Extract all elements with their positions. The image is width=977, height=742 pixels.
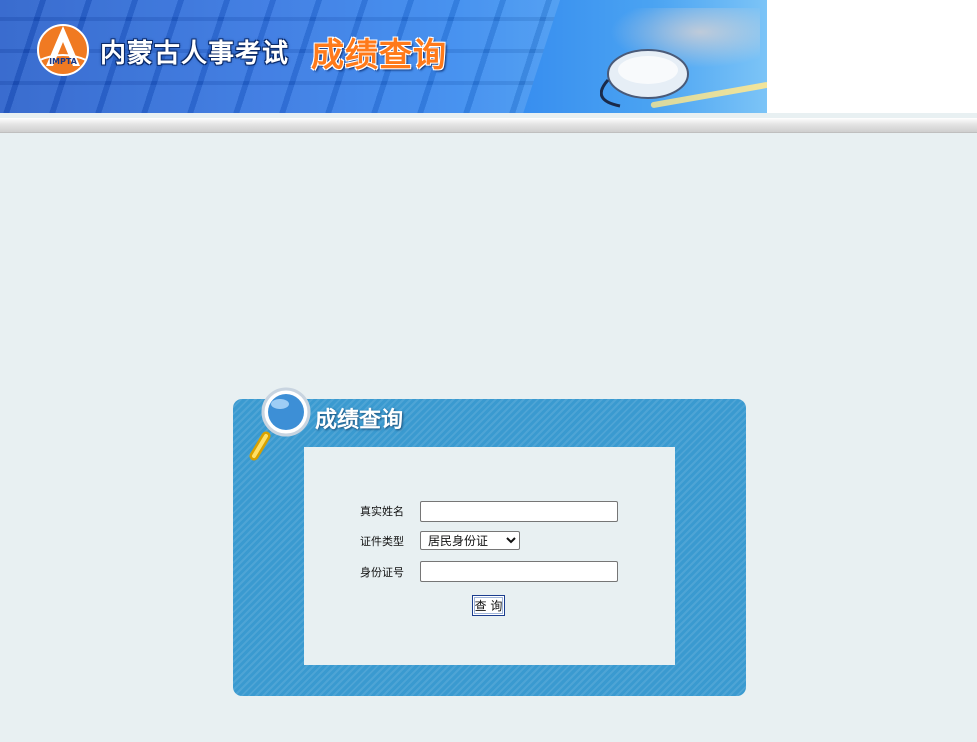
id-number-input[interactable]: [420, 561, 618, 582]
header-banner: IMPTA 内蒙古人事考试 成绩查询: [0, 0, 767, 113]
name-input[interactable]: [420, 501, 618, 522]
header-area: IMPTA 内蒙古人事考试 成绩查询: [0, 0, 977, 113]
header-divider: [0, 118, 977, 133]
impta-logo: IMPTA: [37, 24, 89, 76]
org-title: 内蒙古人事考试: [100, 39, 290, 69]
id-type-select[interactable]: 居民身份证: [420, 531, 520, 550]
id-number-label: 身份证号: [360, 566, 404, 579]
panel-title: 成绩查询: [315, 407, 404, 433]
page-title: 成绩查询: [311, 35, 447, 74]
query-button[interactable]: 查 询: [472, 595, 505, 616]
name-label: 真实姓名: [360, 505, 404, 518]
id-type-label: 证件类型: [360, 535, 404, 548]
logo-text: IMPTA: [49, 57, 78, 66]
query-form: [304, 447, 675, 665]
